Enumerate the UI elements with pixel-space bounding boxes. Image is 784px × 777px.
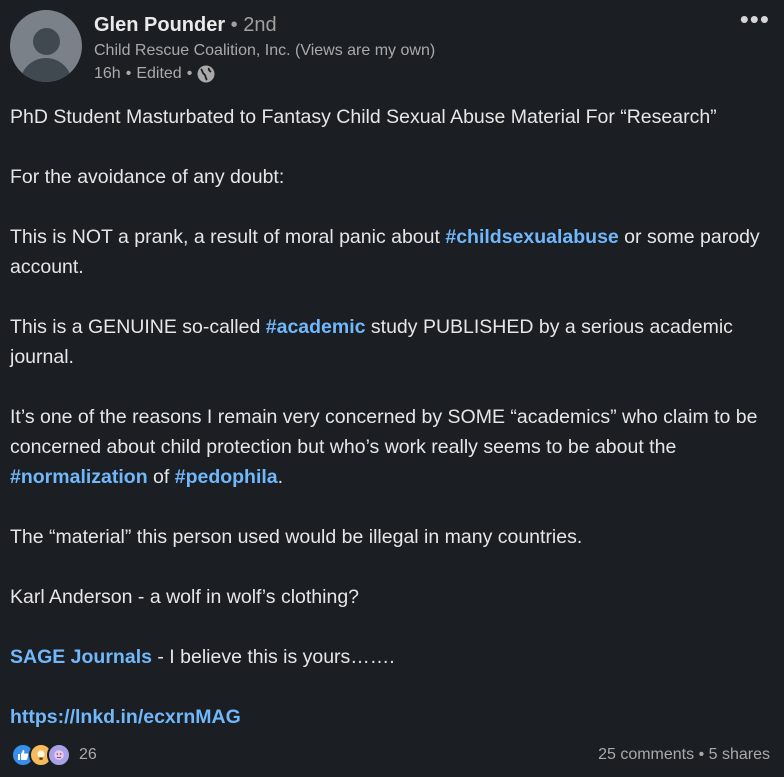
text-segment: It’s one of the reasons I remain very co…	[10, 406, 758, 458]
hashtag-link[interactable]: #normalization	[10, 466, 148, 488]
reaction-count: 26	[79, 746, 97, 763]
text-segment: - I believe this is yours…….	[151, 646, 395, 668]
post-header: Glen Pounder • 2nd Child Rescue Coalitio…	[0, 0, 784, 96]
text-segment: of	[147, 466, 175, 488]
globe-icon	[197, 65, 215, 83]
hashtag-link[interactable]: #academic	[266, 316, 366, 338]
hashtag-link[interactable]: #pedophila	[175, 466, 278, 488]
post-paragraph: Karl Anderson - a wolf in wolf’s clothin…	[10, 586, 360, 608]
text-segment: This is a GENUINE so-called	[10, 316, 266, 338]
meta-separator: •	[186, 65, 193, 82]
stats-separator: •	[694, 746, 709, 763]
post-meta: 16h • Edited •	[94, 65, 215, 83]
mention-link[interactable]: SAGE Journals	[10, 646, 152, 668]
post-paragraph: The “material” this person used would be…	[10, 526, 583, 548]
post-paragraph: This is a GENUINE so-called #academic st…	[10, 312, 770, 372]
url-link[interactable]: https://lnkd.in/ecxrnMAG	[10, 706, 241, 728]
post-paragraph: PhD Student Masturbated to Fantasy Child…	[10, 106, 717, 128]
post-paragraph: SAGE Journals - I believe this is yours……	[10, 642, 770, 672]
connection-degree: 2nd	[243, 14, 277, 36]
comments-count[interactable]: 25 comments	[598, 746, 694, 763]
post-body: PhD Student Masturbated to Fantasy Child…	[10, 102, 770, 762]
author-name[interactable]: Glen Pounder	[94, 14, 225, 36]
post-time: 16h	[94, 65, 121, 82]
avatar-head-shape	[33, 28, 60, 55]
social-counts: 26 25 comments • 5 shares	[0, 740, 784, 770]
hashtag-link[interactable]: #childsexualabuse	[445, 226, 618, 248]
text-segment: This is NOT a prank, a result of moral p…	[10, 226, 446, 248]
post-paragraph: https://lnkd.in/ecxrnMAG	[10, 702, 770, 732]
post-paragraph: It’s one of the reasons I remain very co…	[10, 402, 770, 492]
shares-count[interactable]: 5 shares	[709, 746, 770, 763]
reactions-summary[interactable]: 26	[11, 743, 97, 767]
meta-separator: •	[125, 65, 132, 82]
post-paragraph: For the avoidance of any doubt:	[10, 166, 285, 188]
author-headline: Child Rescue Coalition, Inc. (Views are …	[94, 42, 436, 59]
curious-icon	[47, 743, 71, 767]
author-name-row: Glen Pounder • 2nd	[94, 12, 277, 38]
avatar[interactable]	[10, 10, 82, 82]
edited-label: Edited	[136, 65, 182, 82]
engagement-stats: 25 comments • 5 shares	[598, 746, 770, 764]
more-options-icon[interactable]: •••	[740, 6, 770, 32]
text-segment: .	[277, 466, 284, 488]
post-paragraph: This is NOT a prank, a result of moral p…	[10, 222, 770, 282]
avatar-body-shape	[20, 58, 72, 82]
degree-separator: •	[225, 14, 244, 36]
